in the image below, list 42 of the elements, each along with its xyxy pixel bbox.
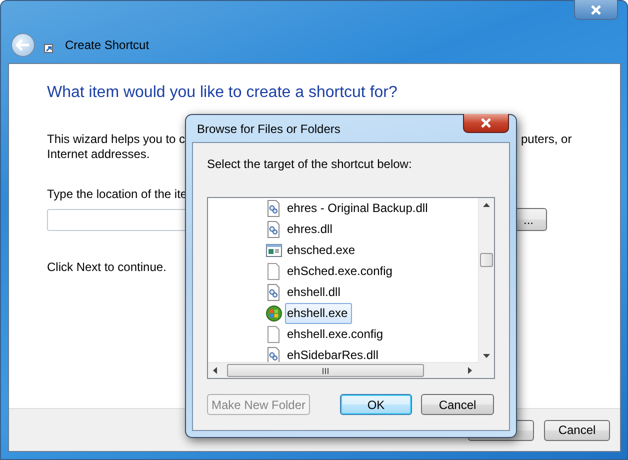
scrollbar[interactable] <box>478 198 494 363</box>
file-item[interactable]: ehres.dll <box>285 219 336 240</box>
close-button[interactable] <box>463 114 509 133</box>
file-item[interactable]: ehshell.exe <box>285 303 352 324</box>
window-title: Create Shortcut <box>65 38 150 52</box>
blank-document-icon <box>266 326 282 343</box>
document-gear-icon <box>266 347 282 364</box>
scrollbar-thumb[interactable] <box>480 253 493 267</box>
intro-text: puters, or <box>521 132 573 146</box>
arrow-left-icon <box>16 39 30 51</box>
file-item[interactable]: ehshell.dll <box>285 282 344 303</box>
file-item[interactable]: ehsched.exe <box>285 240 360 261</box>
close-icon <box>590 4 602 14</box>
program-window-icon <box>266 242 282 259</box>
document-gear-icon <box>266 221 282 238</box>
back-button[interactable] <box>11 33 35 57</box>
scroll-right-icon[interactable] <box>468 367 472 374</box>
dialog-button[interactable]: OK <box>340 394 412 415</box>
orb-icon <box>266 305 282 322</box>
cancel-button[interactable]: Cancel <box>544 420 610 440</box>
scroll-left-icon[interactable] <box>213 367 217 374</box>
grip-icon <box>322 368 329 374</box>
dialog-prompt: Select the target of the shortcut below: <box>207 157 413 171</box>
wizard-heading: What item would you like to create a shortcut for? <box>47 84 398 102</box>
file-item[interactable]: ehSched.exe.config <box>285 261 396 282</box>
intro-text: This wizard helps you to c <box>47 132 186 146</box>
dialog-button[interactable]: Cancel <box>421 394 494 415</box>
dialog-title: Browse for Files or Folders <box>197 122 340 136</box>
file-item[interactable]: ehres - Original Backup.dll <box>285 198 432 219</box>
file-item[interactable]: ehSidebarRes.dll <box>285 345 382 366</box>
close-button[interactable] <box>574 0 618 20</box>
document-gear-icon <box>266 284 282 301</box>
scroll-down-icon[interactable] <box>483 354 490 358</box>
shortcut-icon <box>44 44 53 52</box>
close-icon <box>480 118 492 128</box>
file-item[interactable]: ehshell.exe.config <box>285 324 388 345</box>
scrollbar[interactable] <box>208 362 478 378</box>
intro-text: Internet addresses. <box>47 147 151 161</box>
document-gear-icon <box>266 200 282 217</box>
blank-document-icon <box>266 263 282 280</box>
scrollbar-thumb[interactable] <box>227 364 424 377</box>
hint-text: Click Next to continue. <box>47 260 166 274</box>
